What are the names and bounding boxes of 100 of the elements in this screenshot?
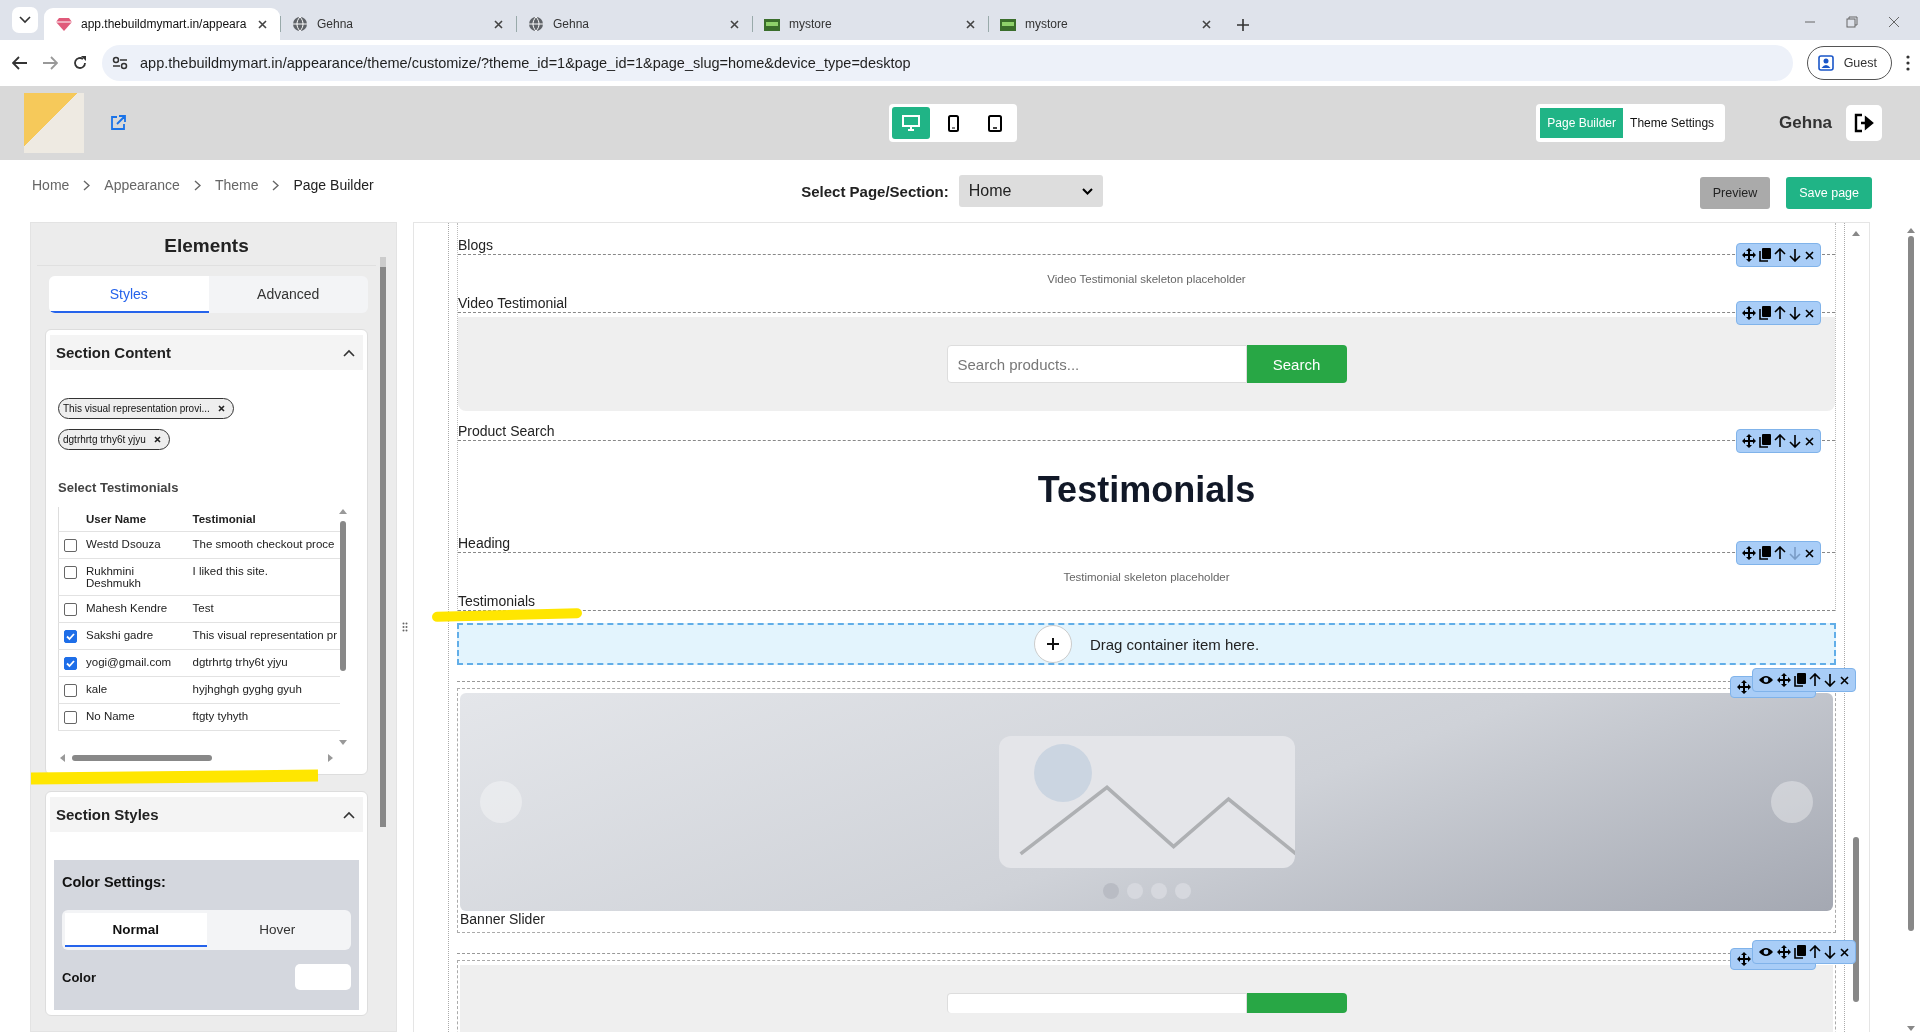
site-settings-icon[interactable] bbox=[112, 56, 128, 70]
breadcrumb-link[interactable]: Theme bbox=[214, 177, 259, 193]
arrow-down-icon[interactable] bbox=[1789, 306, 1801, 320]
close-icon[interactable] bbox=[1804, 547, 1815, 559]
row-checkbox[interactable] bbox=[64, 539, 77, 552]
arrow-up-icon[interactable] bbox=[1809, 945, 1821, 959]
back-icon[interactable] bbox=[12, 56, 28, 70]
copy-icon[interactable] bbox=[1759, 434, 1771, 448]
vertical-scrollbar[interactable] bbox=[338, 507, 348, 747]
close-icon[interactable] bbox=[1839, 946, 1850, 958]
copy-icon[interactable] bbox=[1759, 248, 1771, 262]
arrow-down-icon[interactable] bbox=[1789, 248, 1801, 262]
breadcrumb-link[interactable]: Home bbox=[32, 177, 70, 193]
browser-tab[interactable]: Gehna bbox=[280, 8, 516, 40]
reload-icon[interactable] bbox=[72, 55, 88, 71]
row-checkbox[interactable] bbox=[64, 684, 77, 697]
move-icon[interactable] bbox=[1737, 680, 1751, 694]
close-icon[interactable] bbox=[493, 18, 504, 30]
drag-handle-icon[interactable] bbox=[402, 622, 408, 632]
external-link-icon[interactable] bbox=[110, 115, 126, 131]
close-icon[interactable] bbox=[216, 404, 226, 413]
arrow-up-icon[interactable] bbox=[1774, 546, 1786, 560]
browser-tab[interactable]: mystore bbox=[752, 8, 988, 40]
row-checkbox[interactable] bbox=[64, 657, 77, 670]
slider-next-button[interactable] bbox=[1771, 781, 1813, 823]
forward-icon[interactable] bbox=[42, 56, 58, 70]
arrow-down-icon[interactable] bbox=[1824, 945, 1836, 959]
row-checkbox[interactable] bbox=[64, 603, 77, 616]
state-tab[interactable]: Hover bbox=[206, 913, 348, 947]
caret-up-icon[interactable] bbox=[343, 810, 355, 819]
arrow-down-icon[interactable] bbox=[1789, 434, 1801, 448]
drop-zone[interactable]: Drag container item here. bbox=[457, 623, 1836, 665]
move-icon[interactable] bbox=[1742, 546, 1756, 560]
caret-up-icon[interactable] bbox=[343, 348, 355, 357]
arrow-down-icon[interactable] bbox=[1824, 673, 1836, 687]
search-field[interactable] bbox=[946, 993, 1247, 1013]
move-icon[interactable] bbox=[1777, 945, 1791, 959]
search-field[interactable]: Search products... bbox=[946, 345, 1247, 383]
close-icon[interactable] bbox=[1804, 249, 1815, 261]
close-icon[interactable] bbox=[1201, 18, 1212, 30]
browser-tab[interactable]: mystore bbox=[988, 8, 1224, 40]
device-toggle-button[interactable] bbox=[892, 107, 930, 139]
page-select[interactable]: Home bbox=[958, 175, 1103, 207]
row-checkbox[interactable] bbox=[64, 566, 77, 579]
copy-icon[interactable] bbox=[1794, 673, 1806, 687]
column-header: User Name bbox=[83, 507, 190, 532]
arrow-up-icon[interactable] bbox=[1809, 673, 1821, 687]
browser-tab[interactable]: app.thebuildmymart.in/appeara bbox=[44, 8, 280, 40]
accordion-header[interactable]: Section Content bbox=[50, 335, 363, 370]
close-icon[interactable] bbox=[729, 18, 740, 30]
color-swatch[interactable] bbox=[295, 964, 351, 990]
store-icon bbox=[1000, 17, 1016, 31]
arrow-up-icon[interactable] bbox=[1774, 306, 1786, 320]
globe-icon bbox=[528, 16, 544, 32]
state-tab[interactable]: Normal bbox=[65, 913, 207, 947]
browser-tab[interactable]: Gehna bbox=[516, 8, 752, 40]
profile-button[interactable]: Guest bbox=[1806, 46, 1892, 80]
chevron-right-icon bbox=[83, 179, 91, 191]
scrollbar[interactable] bbox=[380, 257, 386, 827]
close-icon[interactable] bbox=[1839, 674, 1850, 686]
breadcrumb-link[interactable]: Appearance bbox=[104, 177, 180, 193]
copy-icon[interactable] bbox=[1794, 945, 1806, 959]
copy-icon[interactable] bbox=[1759, 306, 1771, 320]
eye-icon[interactable] bbox=[1758, 946, 1774, 958]
move-icon[interactable] bbox=[1737, 952, 1751, 966]
caret-down-icon[interactable] bbox=[19, 16, 31, 24]
close-icon[interactable] bbox=[1804, 307, 1815, 319]
move-icon[interactable] bbox=[1742, 306, 1756, 320]
arrow-up-icon[interactable] bbox=[1774, 248, 1786, 262]
accordion-header[interactable]: Section Styles bbox=[50, 797, 363, 832]
arrow-up-icon[interactable] bbox=[1774, 434, 1786, 448]
column-header: Testimonial bbox=[189, 507, 340, 532]
check-icon bbox=[65, 658, 76, 669]
table-cell: No Name bbox=[83, 703, 190, 731]
close-icon[interactable] bbox=[152, 435, 162, 444]
eye-icon[interactable] bbox=[1758, 674, 1774, 686]
chevron-right-icon bbox=[272, 179, 280, 191]
close-icon[interactable] bbox=[257, 18, 268, 30]
gem-icon bbox=[56, 17, 72, 31]
menu-icon[interactable] bbox=[1906, 55, 1910, 71]
address-bar[interactable]: app.thebuildmymart.in/appearance/theme/customize/?theme_id=1&page_id=1&page_slug=home&device_type=desktop bbox=[102, 45, 1793, 81]
table-cell: ftgty tyhyth bbox=[189, 703, 340, 731]
panel-tab[interactable]: Styles bbox=[49, 276, 209, 313]
row-checkbox[interactable] bbox=[64, 630, 77, 643]
tab-search-button[interactable] bbox=[12, 7, 38, 33]
move-icon[interactable] bbox=[1742, 248, 1756, 262]
copy-icon[interactable] bbox=[1759, 546, 1771, 560]
move-icon[interactable] bbox=[1742, 434, 1756, 448]
add-button[interactable] bbox=[1033, 625, 1072, 663]
new-tab-icon[interactable] bbox=[1236, 18, 1250, 32]
close-icon[interactable] bbox=[965, 18, 976, 30]
close-icon[interactable] bbox=[1804, 435, 1815, 447]
mode-tab[interactable]: Theme Settings bbox=[1623, 108, 1722, 138]
restore-icon[interactable] bbox=[1846, 16, 1858, 28]
row-checkbox[interactable] bbox=[64, 711, 77, 724]
preview-button[interactable]: Preview bbox=[1699, 177, 1771, 209]
page-scrollbar[interactable] bbox=[1906, 226, 1916, 1032]
move-icon[interactable] bbox=[1777, 673, 1791, 687]
logout-button[interactable] bbox=[1846, 105, 1882, 141]
panel-tab[interactable]: Advanced bbox=[208, 276, 368, 313]
